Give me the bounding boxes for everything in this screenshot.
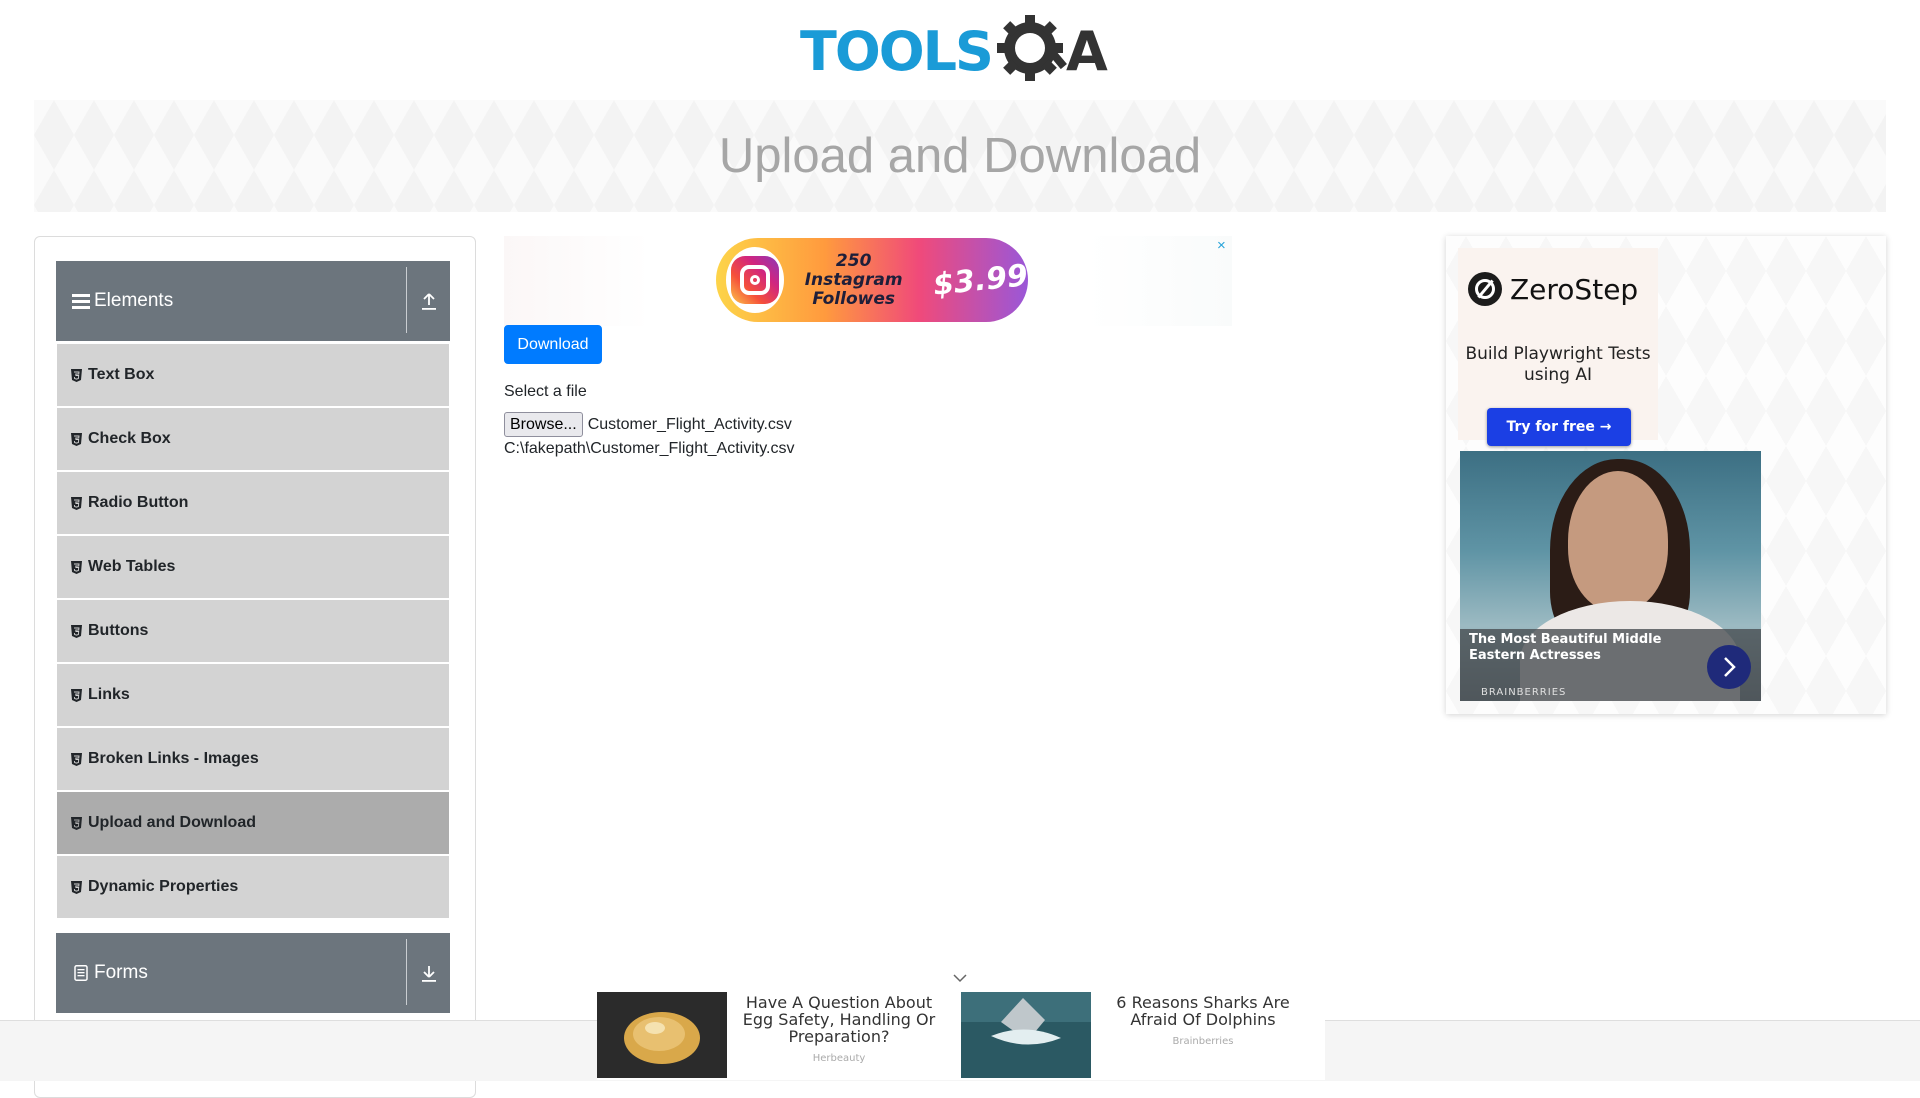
zerostep-ad[interactable]: ZeroStep Build Playwright Tests using AI…	[1458, 248, 1658, 446]
menu-item-upload-download[interactable]: Upload and Download	[57, 792, 449, 854]
instagram-icon	[726, 247, 785, 313]
menu-item-links[interactable]: Links	[57, 664, 449, 726]
html5-icon	[71, 368, 82, 382]
ad-price: $3.99	[931, 257, 1030, 303]
download-button[interactable]: Download	[504, 325, 602, 364]
bottom-ad-source: Herbeauty	[812, 1053, 866, 1064]
uploaded-file-path: C:\fakepath\Customer_Flight_Activity.csv	[504, 440, 795, 457]
html5-icon	[71, 496, 82, 510]
menu-item-label: Web Tables	[88, 558, 176, 575]
article-source: BRAINBERRIES	[1481, 687, 1567, 698]
bottom-ad-title: 6 Reasons Sharks Are Afraid Of Dolphins	[1116, 993, 1290, 1029]
hamburger-icon	[72, 294, 90, 309]
menu-item-dynamic-properties[interactable]: Dynamic Properties	[57, 856, 449, 918]
logo-text: TOOLS	[800, 20, 994, 83]
group-header-elements[interactable]: Elements	[56, 261, 450, 341]
ad-tagline: Build Playwright Tests using AI	[1465, 344, 1651, 385]
html5-icon	[71, 880, 82, 894]
selected-file-name: Customer_Flight_Activity.csv	[587, 415, 792, 433]
gear-magnifier-icon	[996, 15, 1067, 81]
menu-item-text-box[interactable]: Text Box	[57, 344, 449, 406]
group-label: Forms	[94, 962, 148, 983]
left-sidebar: Elements Text Box Check Box Radio Button…	[34, 236, 476, 1098]
document-icon	[74, 965, 88, 981]
menu-item-broken-links[interactable]: Broken Links - Images	[57, 728, 449, 790]
browse-button[interactable]: Browse...	[504, 412, 583, 437]
html5-icon	[71, 688, 82, 702]
ad-close-icon[interactable]: ×	[1217, 237, 1226, 254]
menu-item-buttons[interactable]: Buttons	[57, 600, 449, 662]
menu-item-label: Text Box	[88, 366, 155, 383]
bottom-ad-title: Have A Question About Egg Safety, Handli…	[742, 993, 936, 1046]
menu-item-label: Check Box	[88, 430, 171, 447]
menu-item-label: Buttons	[88, 622, 149, 639]
menu-item-label: Dynamic Properties	[88, 878, 239, 895]
divider	[406, 939, 407, 1005]
article-title: The Most Beautiful Middle Eastern Actres…	[1469, 632, 1662, 663]
zerostep-brand: ZeroStep	[1468, 272, 1638, 306]
brand-name: ZeroStep	[1510, 272, 1639, 306]
html5-icon	[71, 624, 82, 638]
menu-item-web-tables[interactable]: Web Tables	[57, 536, 449, 598]
instagram-promo[interactable]: 250 Instagram Followes $3.99	[716, 238, 1030, 322]
logo-suffix: A	[1065, 20, 1108, 83]
menu-item-check-box[interactable]: Check Box	[57, 408, 449, 470]
try-for-free-button[interactable]: Try for free →	[1487, 408, 1631, 446]
chevron-right-icon[interactable]	[1707, 645, 1751, 689]
egg-thumbnail	[597, 992, 727, 1078]
group-header-forms[interactable]: Forms	[56, 933, 450, 1013]
page-title: Upload and Download	[718, 129, 1202, 183]
bottom-ad-item[interactable]: 6 Reasons Sharks Are Afraid Of Dolphins …	[961, 990, 1325, 1080]
divider	[406, 267, 407, 333]
group-label: Elements	[94, 290, 174, 311]
select-file-label: Select a file	[504, 383, 587, 400]
collapse-icon[interactable]	[420, 291, 438, 311]
top-advertisement[interactable]: 250 Instagram Followes $3.99 ×	[504, 236, 1232, 326]
html5-icon	[71, 816, 82, 830]
html5-icon	[71, 752, 82, 766]
html5-icon	[71, 432, 82, 446]
html5-icon	[71, 560, 82, 574]
bottom-ad-item[interactable]: Have A Question About Egg Safety, Handli…	[597, 990, 957, 1080]
bottom-advertisement: Have A Question About Egg Safety, Handli…	[597, 990, 1325, 1080]
right-advertisement: ZeroStep Build Playwright Tests using AI…	[1446, 236, 1886, 714]
menu-item-label: Broken Links - Images	[88, 750, 259, 767]
site-logo[interactable]: TOOLS A	[800, 14, 1108, 90]
ad-line1: 250 Instagram	[804, 250, 903, 290]
ad-line2: Followes	[812, 288, 895, 309]
article-image-face	[1568, 471, 1668, 611]
article-ad[interactable]: The Most Beautiful Middle Eastern Actres…	[1460, 451, 1761, 701]
shark-thumbnail	[961, 992, 1091, 1078]
file-upload-input[interactable]: Browse... Customer_Flight_Activity.csv	[504, 412, 792, 437]
chevron-down-icon[interactable]	[953, 972, 967, 984]
elements-menu: Text Box Check Box Radio Button Web Tabl…	[57, 344, 449, 920]
expand-icon[interactable]	[420, 963, 438, 983]
ad-text: 250 Instagram Followes	[792, 250, 915, 309]
zerostep-logo-icon	[1468, 272, 1502, 306]
bottom-ad-source: Brainberries	[1172, 1036, 1234, 1047]
menu-item-label: Links	[88, 686, 130, 703]
menu-item-label: Radio Button	[88, 494, 189, 511]
page-banner: Upload and Download	[34, 100, 1886, 212]
menu-item-radio-button[interactable]: Radio Button	[57, 472, 449, 534]
menu-item-label: Upload and Download	[88, 814, 256, 831]
